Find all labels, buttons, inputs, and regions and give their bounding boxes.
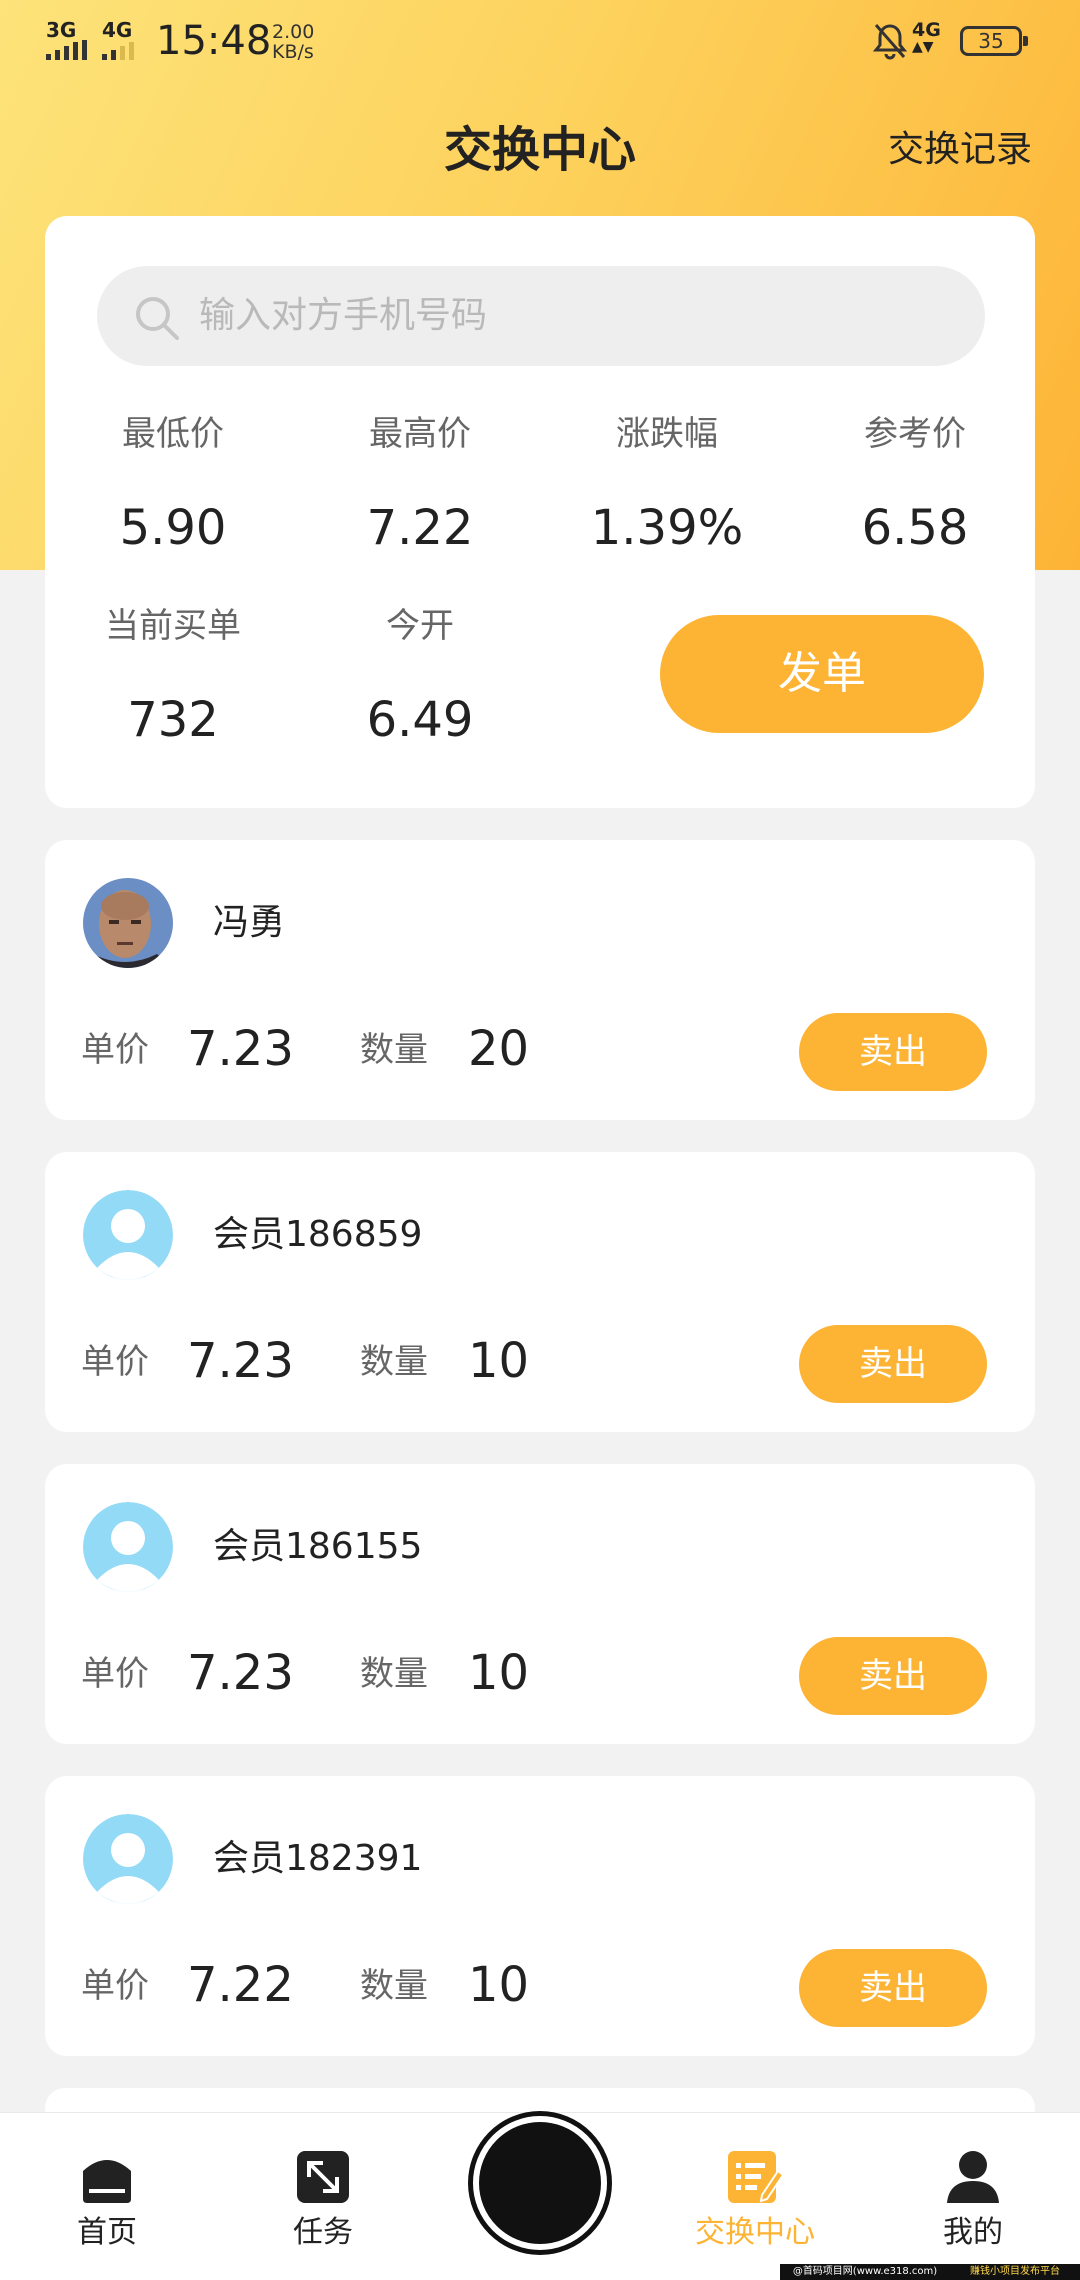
sell-button[interactable]: 卖出 [799,1949,987,2027]
order-card: 会员186859 单价 7.23 数量 10 卖出 [45,1152,1035,1432]
price-label: 单价 [81,1966,149,2006]
order-card: 会员186155 单价 7.23 数量 10 卖出 [45,1464,1035,1744]
battery-icon: 35 [960,26,1028,56]
quantity-label: 数量 [360,1030,428,1070]
speed-unit: KB/s [272,41,314,63]
quantity-value: 10 [468,1333,530,1389]
exchange-list-icon [728,2151,784,2203]
avatar [83,1814,173,1904]
quantity-value: 20 [468,1021,530,1077]
stat-label: 涨跌幅 [616,414,718,454]
clock: 15:48 [156,18,272,64]
user-photo-icon [83,878,173,968]
stat-value: 5.90 [119,500,227,556]
stat-value: 6.49 [366,692,474,748]
stat-lowest-price: 最低价 5.90 [53,412,293,558]
stat-reference-price: 参考价 6.58 [795,412,1035,558]
default-avatar-icon [83,1190,173,1280]
avatar [83,878,173,968]
stat-highest-price: 最高价 7.22 [300,412,540,558]
watermark-slogan: 赚钱小项目发布平台 [950,2264,1080,2280]
stat-value: 732 [127,692,219,748]
quantity-value: 10 [468,1957,530,2013]
speed-value: 2.00 [272,21,315,43]
stat-today-open: 今开 6.49 [300,604,540,750]
price-label: 单价 [81,1654,149,1694]
order-card: 冯勇 单价 7.23 数量 20 卖出 [45,840,1035,1120]
price-label: 单价 [81,1030,149,1070]
watermark-site: @首码项目网(www.e318.com) [780,2264,950,2280]
stat-label: 当前买单 [105,606,241,646]
stat-label: 最高价 [369,414,471,454]
stat-change-rate: 涨跌幅 1.39% [547,412,787,558]
stat-current-buy-orders: 当前买单 732 [53,604,293,750]
sell-button[interactable]: 卖出 [799,1637,987,1715]
network-type-label: 4G [102,18,133,42]
stat-label: 最低价 [122,414,224,454]
quantity-label: 数量 [360,1654,428,1694]
sell-button[interactable]: 卖出 [799,1013,987,1091]
market-summary-card: 输入对方手机号码 最低价 5.90 最高价 7.22 涨跌幅 1.39% 参考价… [45,216,1035,808]
network-type-label: 3G [46,18,77,42]
network-type-label: 4G [912,19,941,41]
bell-mute-icon [872,24,908,60]
tab-task[interactable]: 任务 [253,2141,393,2253]
user-icon [947,2151,999,2203]
sell-button[interactable]: 卖出 [799,1325,987,1403]
stat-value: 7.22 [366,500,474,556]
price-value: 7.23 [187,1645,294,1701]
price-label: 单价 [81,1342,149,1382]
tab-mine[interactable]: 我的 [903,2141,1043,2253]
center-action-button[interactable] [473,2116,607,2250]
tab-label: 交换中心 [695,2215,815,2250]
search-input[interactable]: 输入对方手机号码 [97,266,985,366]
home-icon [83,2160,131,2203]
tab-exchange-center[interactable]: 交换中心 [685,2141,825,2253]
network-speed: 2.00 KB/s [272,22,314,62]
quantity-label: 数量 [360,1966,428,2006]
price-value: 7.22 [187,1957,294,2013]
issue-order-button[interactable]: 发单 [660,615,984,733]
price-value: 7.23 [187,1021,294,1077]
tab-label: 首页 [77,2215,137,2250]
order-card: 会员182391 单价 7.22 数量 10 卖出 [45,1776,1035,2056]
tab-label: 我的 [943,2215,1003,2250]
user-name: 会员182391 [213,1838,423,1879]
task-expand-icon [297,2151,349,2203]
tab-home[interactable]: 首页 [37,2141,177,2253]
search-icon [136,297,179,340]
exchange-record-link[interactable]: 交换记录 [888,128,1032,172]
default-avatar-icon [83,1502,173,1592]
stat-value: 1.39% [590,500,744,556]
network-4g-label: 4G ▲▼ [912,19,941,55]
user-name: 会员186155 [213,1526,423,1567]
avatar [83,1502,173,1592]
stat-value: 6.58 [861,500,969,556]
user-name: 会员186859 [213,1214,423,1255]
status-bar: 3G 4G 15:48 2.00 KB/s 4G ▲▼ 35 [0,0,1080,80]
default-avatar-icon [83,1814,173,1904]
avatar [83,1190,173,1280]
stat-label: 参考价 [864,414,966,454]
search-placeholder: 输入对方手机号码 [199,295,488,336]
price-value: 7.23 [187,1333,294,1389]
user-name: 冯勇 [213,902,286,943]
tab-label: 任务 [293,2215,353,2250]
quantity-label: 数量 [360,1342,428,1382]
stat-label: 今开 [386,606,454,646]
quantity-value: 10 [468,1645,530,1701]
